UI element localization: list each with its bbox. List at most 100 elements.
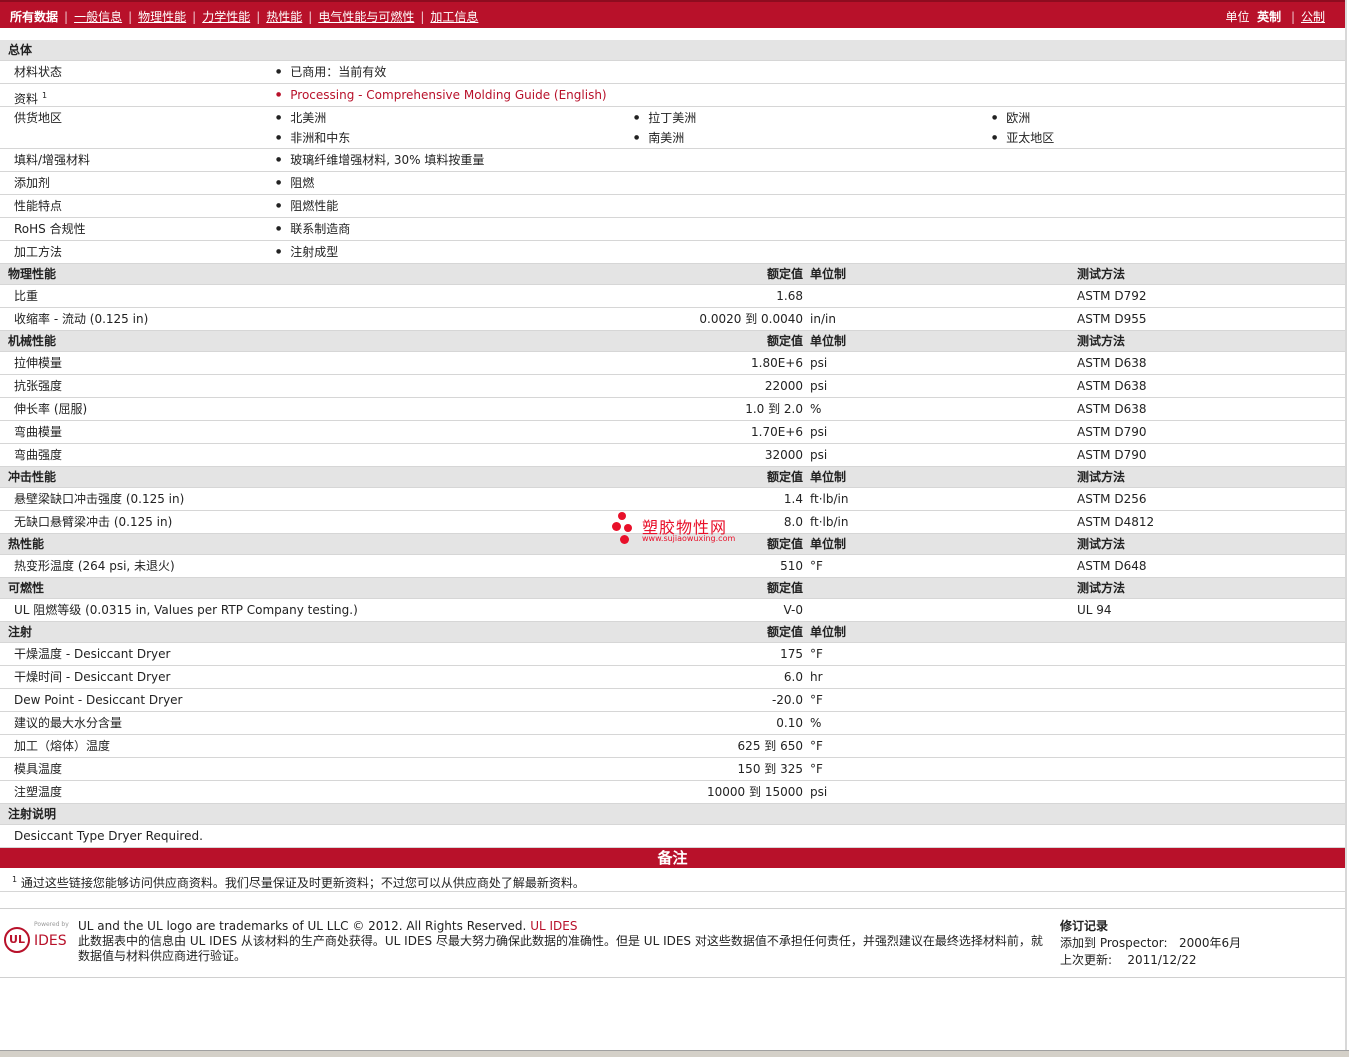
property-value: 6.0: [783, 670, 803, 684]
row-label: 加工方法: [14, 245, 63, 259]
general-row-filler: 填料/增强材料 玻璃纤维增强材料, 30% 填料按重量: [0, 149, 1345, 172]
general-row-additive: 添加剂 阻燃: [0, 172, 1345, 195]
header-method: 测试方法: [1077, 334, 1126, 348]
property-row: 建议的最大水分含量 0.10%: [0, 712, 1345, 735]
units-label: 单位: [1225, 10, 1250, 24]
header-method: 测试方法: [1077, 267, 1126, 281]
general-row-status: 材料状态 已商用：当前有效: [0, 61, 1345, 84]
property-label: 无缺口悬臂梁冲击 (0.125 in): [14, 515, 173, 529]
test-method: ASTM D638: [1077, 379, 1147, 393]
unit-metric[interactable]: 公制: [1301, 10, 1325, 24]
header-unit: 单位制: [810, 537, 847, 551]
property-value: 150 到 325: [737, 762, 803, 776]
row-label: 材料状态: [14, 65, 63, 79]
general-row-rohs: RoHS 合规性 联系制造商: [0, 218, 1345, 241]
property-row: 热变形温度 (264 psi, 未退火) 510 °F ASTM D648: [0, 555, 1345, 578]
region-item: 非洲和中东: [276, 128, 350, 149]
general-row-features: 性能特点 阻燃性能: [0, 195, 1345, 218]
property-unit: %: [810, 716, 822, 730]
property-row: 加工（熔体）温度 625 到 650 °F: [0, 735, 1345, 758]
property-label: 加工（熔体）温度: [14, 739, 111, 753]
watermark-dot: [618, 512, 626, 520]
page-right-border: [1345, 0, 1347, 1050]
ides-logo-text: IDES: [34, 933, 67, 949]
general-row-process: 加工方法 注射成型: [0, 241, 1345, 264]
property-row: 注塑温度 10000 到 15000 psi: [0, 781, 1345, 804]
footnote-marker: 1: [42, 91, 48, 100]
header-method: 测试方法: [1077, 470, 1126, 484]
tab-physical[interactable]: 物理性能: [138, 10, 186, 24]
tab-thermal[interactable]: 热性能: [266, 10, 302, 24]
property-row: 弯曲模量 1.70E+6 psi ASTM D790: [0, 421, 1345, 444]
property-row: 干燥时间 - Desiccant Dryer 6.0 hr: [0, 666, 1345, 689]
test-method: ASTM D638: [1077, 402, 1147, 416]
row-value: 阻燃: [276, 172, 314, 195]
property-value: 22000: [764, 379, 803, 393]
tab-separator: |: [128, 10, 133, 24]
property-unit: °F: [810, 559, 823, 573]
injection-note-text: Desiccant Type Dryer Required.: [14, 829, 203, 843]
revision-updated-label: 上次更新:: [1060, 953, 1113, 967]
tab-electrical-flammability[interactable]: 电气性能与可燃性: [318, 10, 414, 24]
property-unit: psi: [810, 785, 828, 799]
header-unit: 单位制: [810, 334, 847, 348]
tab-mechanical[interactable]: 力学性能: [202, 10, 250, 24]
property-label: 热变形温度 (264 psi, 未退火): [14, 559, 175, 573]
watermark-dot: [612, 522, 621, 531]
trademark-line: UL and the UL logo are trademarks of UL …: [78, 919, 1053, 934]
revision-updated: 上次更新: 2011/12/22: [1060, 952, 1241, 969]
property-row: 弯曲强度 32000 psi ASTM D790: [0, 444, 1345, 467]
test-method: ASTM D955: [1077, 312, 1147, 326]
test-method: ASTM D790: [1077, 448, 1147, 462]
remarks-note: 1 通过这些链接您能够访问供应商资料。我们尽量保证及时更新资料；不过您可以从供应…: [0, 868, 1345, 892]
header-value: 额定值: [766, 625, 803, 639]
region-item: 欧洲: [992, 108, 1030, 129]
property-value: V-0: [783, 603, 803, 617]
test-method: ASTM D790: [1077, 425, 1147, 439]
section-header-mechanical: 机械性能 额定值 单位制 测试方法: [0, 331, 1345, 352]
footer-legal: UL and the UL logo are trademarks of UL …: [78, 919, 1053, 964]
datasheet: 总体 材料状态 已商用：当前有效 资料1 Processing - Compre…: [0, 40, 1345, 892]
page-footer: UL Powered by IDES UL and the UL logo ar…: [0, 908, 1345, 978]
row-value: 已商用：当前有效: [276, 61, 386, 84]
section-title: 机械性能: [8, 334, 57, 348]
section-header-physical: 物理性能 额定值 单位制 测试方法: [0, 264, 1345, 285]
section-header-flammability: 可燃性 额定值 测试方法: [0, 578, 1345, 599]
property-value: 175: [780, 647, 803, 661]
property-unit: ft·lb/in: [810, 492, 849, 506]
property-unit: psi: [810, 448, 828, 462]
property-label: 弯曲模量: [14, 425, 63, 439]
property-row: 模具温度 150 到 325 °F: [0, 758, 1345, 781]
tab-processing[interactable]: 加工信息: [430, 10, 478, 24]
test-method: ASTM D256: [1077, 492, 1147, 506]
general-row-document: 资料1 Processing - Comprehensive Molding G…: [0, 84, 1345, 107]
property-value: 10000 到 15000: [707, 785, 803, 799]
section-title: 物理性能: [8, 267, 57, 281]
tab-all-data[interactable]: 所有数据: [10, 10, 58, 24]
property-value: 1.80E+6: [751, 356, 803, 370]
document-link[interactable]: Processing - Comprehensive Molding Guide…: [276, 84, 606, 107]
watermark-logo: 塑胶物性网 www.sujiaowuxing.com: [612, 512, 752, 548]
row-label: 性能特点: [14, 199, 63, 213]
header-value: 额定值: [766, 334, 803, 348]
header-value: 额定值: [766, 537, 803, 551]
unit-switcher: 单位 英制 | 公制: [1225, 8, 1325, 25]
unit-separator: |: [1290, 10, 1295, 24]
trademark-text: UL and the UL logo are trademarks of UL …: [78, 919, 527, 933]
property-value: 1.0 到 2.0: [745, 402, 803, 416]
browser-status-bar: [0, 1050, 1349, 1057]
property-unit: in/in: [810, 312, 836, 326]
ul-ides-link[interactable]: UL IDES: [530, 919, 577, 933]
category-tabs: 所有数据 | 一般信息 | 物理性能 | 力学性能 | 热性能 | 电气性能与可燃性 | 加工信息: [10, 8, 478, 25]
row-label-text: 资料: [14, 92, 39, 106]
remarks-banner: 备注: [0, 848, 1345, 868]
header-unit: 单位制: [810, 470, 847, 484]
revision-added-label: 添加到 Prospector:: [1060, 936, 1168, 950]
unit-imperial[interactable]: 英制: [1257, 10, 1281, 24]
revision-history: 修订记录 添加到 Prospector: 2000年6月 上次更新: 2011/…: [1060, 918, 1241, 969]
tab-general-info[interactable]: 一般信息: [74, 10, 122, 24]
ul-ides-logo: UL Powered by IDES: [4, 919, 70, 955]
property-label: 注塑温度: [14, 785, 63, 799]
watermark-dot: [624, 524, 632, 532]
tab-separator: |: [256, 10, 261, 24]
